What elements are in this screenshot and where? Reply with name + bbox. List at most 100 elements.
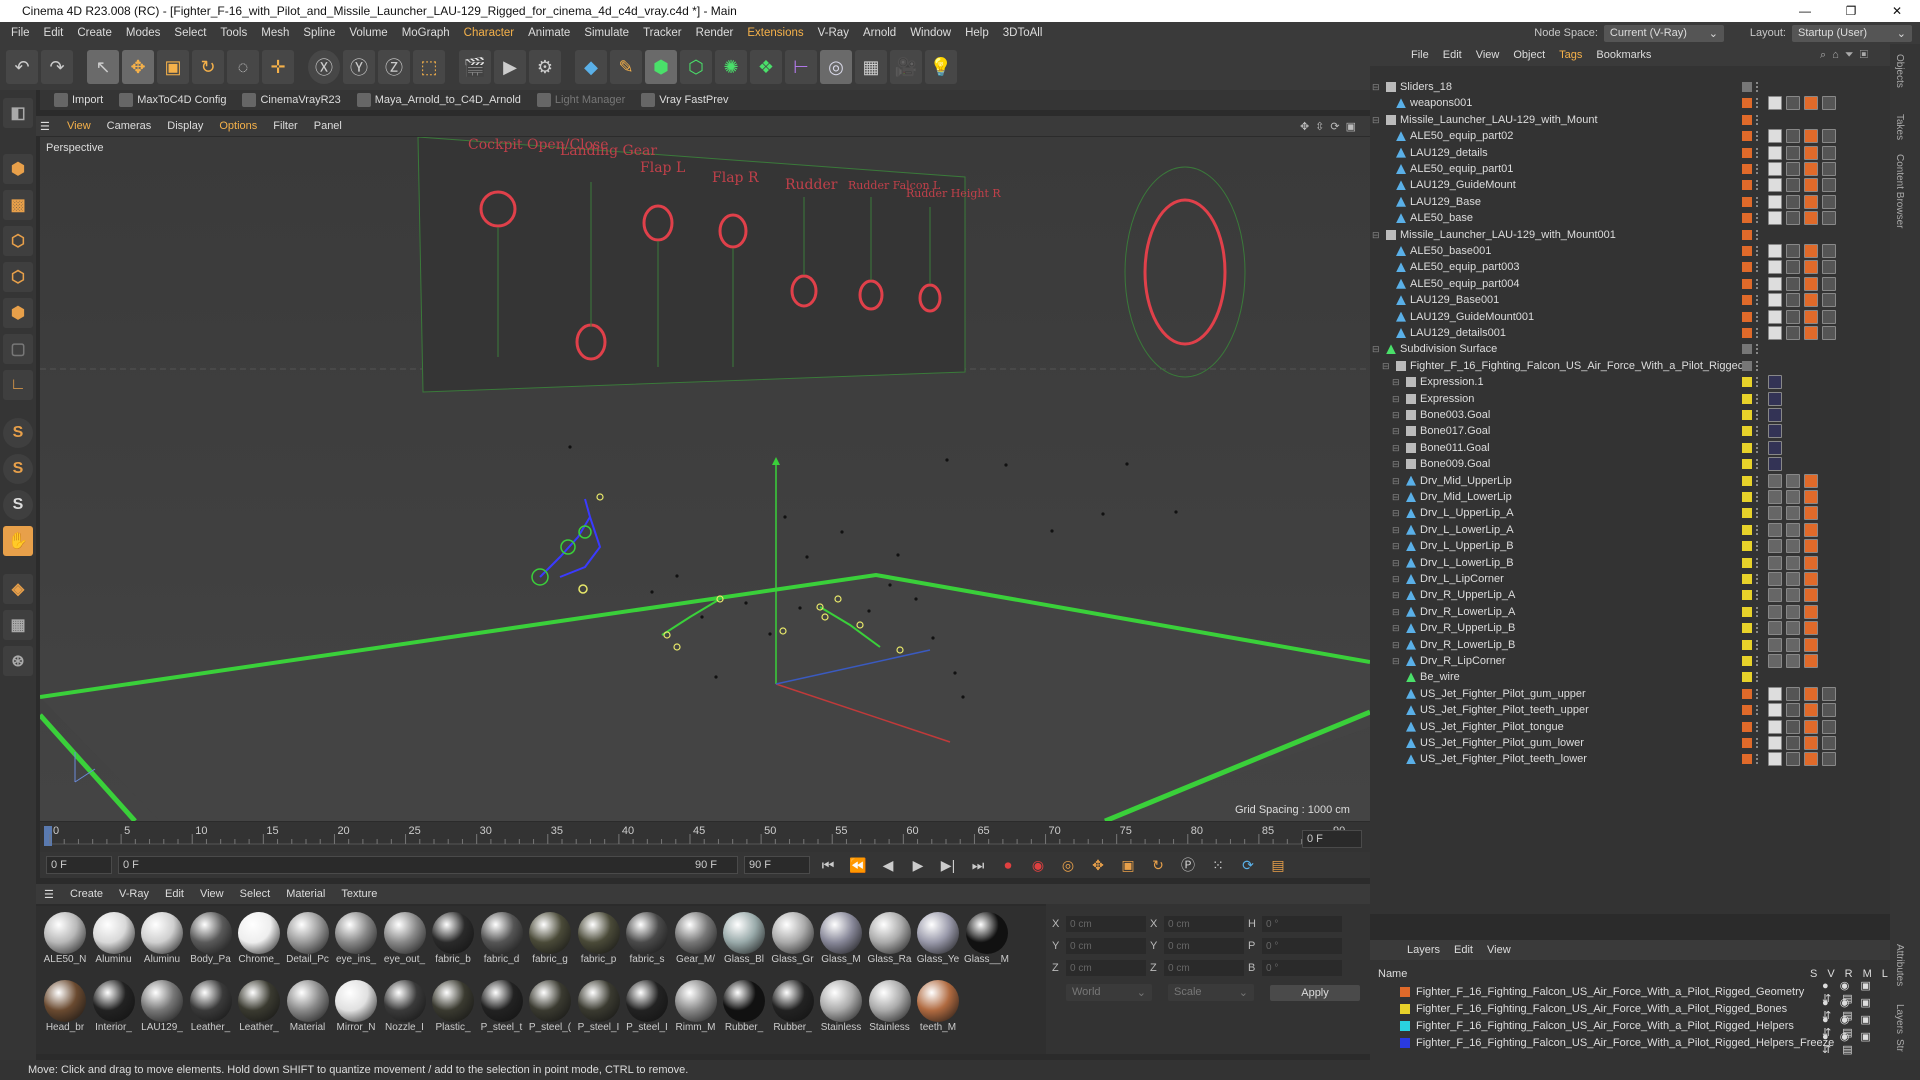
expand-toggle-icon[interactable]: ⊟ xyxy=(1392,508,1402,518)
layer-color-swatch[interactable] xyxy=(1400,1004,1410,1014)
expand-toggle-icon[interactable]: ⊟ xyxy=(1392,607,1402,617)
light-icon[interactable]: 💡 xyxy=(925,50,957,84)
constraint-tag-icon[interactable] xyxy=(1804,637,1818,652)
extrude-icon[interactable]: ⬡ xyxy=(680,50,712,84)
solo-icon[interactable]: ⊛ xyxy=(3,646,33,676)
material-swatch[interactable]: P_steel_t xyxy=(479,980,525,1033)
material-swatch[interactable]: fabric_p xyxy=(576,912,622,965)
material-swatch[interactable]: Mirror_N xyxy=(333,980,379,1033)
material-tag-icon[interactable] xyxy=(1804,326,1818,340)
visibility-dots[interactable] xyxy=(1756,98,1759,109)
layer-color-swatch[interactable] xyxy=(1742,262,1752,273)
render-region-icon[interactable]: 🎬 xyxy=(459,50,491,84)
viewport-menu-filter[interactable]: Filter xyxy=(266,120,304,132)
material-swatch[interactable]: eye_ins_ xyxy=(333,912,379,965)
layer-flag-icons[interactable]: ● ◉ ▣ ⇵ ▤ xyxy=(1822,1030,1880,1056)
material-swatch[interactable]: Rubber_ xyxy=(721,980,767,1033)
object-row[interactable]: ALE50_base xyxy=(1370,209,1880,227)
layer-color-swatch[interactable] xyxy=(1742,557,1752,568)
layer-color-swatch[interactable] xyxy=(1742,147,1752,158)
subdivision-icon[interactable]: ⬢ xyxy=(645,50,677,84)
layer-color-swatch[interactable] xyxy=(1742,196,1752,207)
x-axis-lock-icon[interactable]: Ⓧ xyxy=(308,50,340,84)
xpresso-tag-icon[interactable] xyxy=(1768,391,1782,406)
menu-item-create[interactable]: Create xyxy=(70,27,119,39)
layer-color-swatch[interactable] xyxy=(1742,164,1752,174)
material-swatch[interactable]: Body_Pa xyxy=(188,912,234,965)
material-tag-icon[interactable] xyxy=(1804,162,1818,176)
material-swatch[interactable]: Gear_M/ xyxy=(673,912,719,965)
material-tag-icon[interactable] xyxy=(1768,686,1782,701)
expand-toggle-icon[interactable]: ⊟ xyxy=(1392,640,1402,650)
constraint-tag-icon[interactable] xyxy=(1804,539,1818,554)
material-tag-icon[interactable] xyxy=(1786,244,1800,258)
node-space-dropdown[interactable]: Current (V-Ray) ⌄ xyxy=(1603,24,1724,42)
select-tool-icon[interactable]: ↖ xyxy=(87,50,119,84)
material-tag-icon[interactable] xyxy=(1822,719,1836,734)
material-swatch[interactable]: fabric_s xyxy=(624,912,670,965)
material-swatch[interactable]: Glass_Gr xyxy=(770,912,816,965)
edges-mode-icon[interactable]: ⬡ xyxy=(3,262,33,292)
visibility-dots[interactable] xyxy=(1756,557,1759,568)
layer-color-swatch[interactable] xyxy=(1742,541,1752,552)
tab-content-browser[interactable]: Content Browser xyxy=(1894,154,1905,228)
menu-item-character[interactable]: Character xyxy=(457,27,522,39)
go-start-icon[interactable]: ⏮ xyxy=(816,854,840,876)
rot-h-field[interactable]: 0 ° xyxy=(1262,916,1342,932)
visibility-dots[interactable] xyxy=(1756,574,1759,584)
layer-color-swatch[interactable] xyxy=(1742,426,1752,437)
menu-item-tools[interactable]: Tools xyxy=(213,27,254,39)
pos-z-field[interactable]: 0 cm xyxy=(1066,960,1146,976)
material-tag-icon[interactable] xyxy=(1786,276,1800,291)
layer-color-swatch[interactable] xyxy=(1742,229,1752,240)
pos-y-field[interactable]: 0 cm xyxy=(1066,938,1146,954)
viewport-menu-cameras[interactable]: Cameras xyxy=(100,120,159,132)
constraint-tag-icon[interactable] xyxy=(1768,555,1782,570)
object-row[interactable]: ⊟ Drv_R_LowerLip_A xyxy=(1370,603,1880,621)
expand-toggle-icon[interactable]: ⊟ xyxy=(1392,410,1402,420)
expand-toggle-icon[interactable] xyxy=(1382,164,1392,174)
visibility-dots[interactable] xyxy=(1756,114,1759,125)
expand-toggle-icon[interactable]: ⊟ xyxy=(1392,525,1402,535)
material-tag-icon[interactable] xyxy=(1786,736,1800,750)
constraint-tag-icon[interactable] xyxy=(1786,621,1800,636)
material-swatch[interactable]: Rimm_M xyxy=(673,980,719,1033)
scale-mode-dropdown[interactable]: Scale ⌄ xyxy=(1168,984,1254,1001)
material-tag-icon[interactable] xyxy=(1822,244,1836,258)
material-tag-icon[interactable] xyxy=(1804,96,1818,111)
constraint-tag-icon[interactable] xyxy=(1804,473,1818,488)
rot-b-field[interactable]: 0 ° xyxy=(1262,960,1342,976)
material-swatch[interactable]: Head_br xyxy=(42,980,88,1033)
object-row[interactable]: ALE50_equip_part004 xyxy=(1370,275,1880,293)
preview-range-slider[interactable]: 0 F 90 F xyxy=(118,856,738,874)
expand-toggle-icon[interactable]: ⊟ xyxy=(1392,443,1402,453)
layer-color-swatch[interactable] xyxy=(1742,180,1752,191)
objmgr-menu-edit[interactable]: Edit xyxy=(1436,49,1469,61)
material-tag-icon[interactable] xyxy=(1804,719,1818,734)
object-row[interactable]: ⊟ Drv_R_LowerLip_B xyxy=(1370,636,1880,654)
menu-item-file[interactable]: File xyxy=(4,27,37,39)
object-row[interactable]: ⊟ Subdivision Surface xyxy=(1370,340,1880,358)
layer-color-swatch[interactable] xyxy=(1742,114,1752,125)
material-swatch[interactable]: Rubber_ xyxy=(770,980,816,1033)
object-row[interactable]: weapons001 xyxy=(1370,94,1880,112)
key-position-icon[interactable]: ✥ xyxy=(1086,854,1110,876)
material-menu-item[interactable]: Material xyxy=(278,888,333,900)
material-tag-icon[interactable] xyxy=(1786,162,1800,176)
material-swatch[interactable]: Aluminu xyxy=(139,912,185,965)
material-tag-icon[interactable] xyxy=(1804,276,1818,291)
object-row[interactable]: ALE50_base001 xyxy=(1370,242,1880,260)
constraint-tag-icon[interactable] xyxy=(1804,604,1818,619)
constraint-tag-icon[interactable] xyxy=(1768,490,1782,504)
visibility-dots[interactable] xyxy=(1756,656,1759,666)
expand-toggle-icon[interactable] xyxy=(1382,98,1392,108)
material-tag-icon[interactable] xyxy=(1804,703,1818,718)
viewport-nav-icons[interactable]: ✥⇳⟳▣ xyxy=(1300,120,1362,133)
object-row[interactable]: LAU129_GuideMount001 xyxy=(1370,308,1880,326)
expand-toggle-icon[interactable]: ⊟ xyxy=(1372,82,1382,92)
material-tag-icon[interactable] xyxy=(1768,293,1782,308)
expand-toggle-icon[interactable] xyxy=(1382,295,1392,305)
objmgr-menu-object[interactable]: Object xyxy=(1506,49,1552,61)
material-tag-icon[interactable] xyxy=(1822,686,1836,701)
object-row[interactable]: ⊟ Sliders_18 xyxy=(1370,78,1880,96)
